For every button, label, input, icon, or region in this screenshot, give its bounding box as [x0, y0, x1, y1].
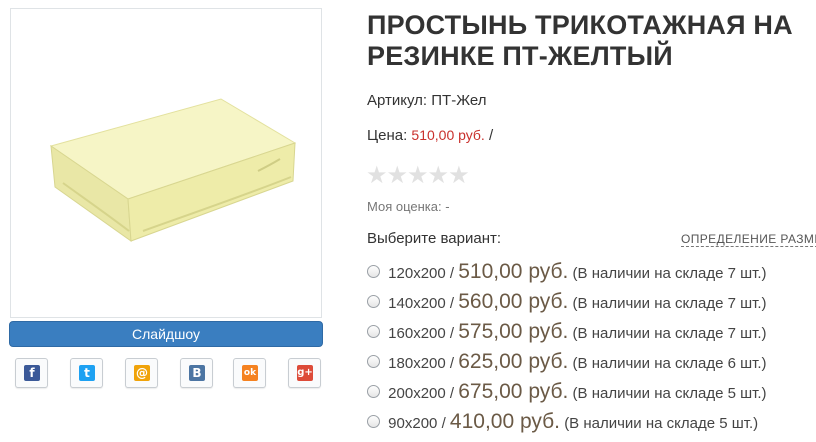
variant-option[interactable]: 160x200 / 575,00 руб. (В наличии на скла…: [367, 320, 767, 346]
variant-size: 180x200: [388, 355, 446, 372]
rating-stars[interactable]: ★★★★★: [366, 164, 470, 188]
vkontakte-icon: B: [189, 365, 205, 381]
variant-size: 200x200: [388, 385, 446, 402]
variant-radio[interactable]: [367, 264, 380, 278]
variant-size: 140x200: [388, 295, 446, 312]
slideshow-button[interactable]: Слайдшоу: [9, 321, 323, 347]
variant-label: Выберите вариант:: [367, 230, 502, 247]
share-facebook-button[interactable]: f: [15, 358, 48, 388]
my-rating: Моя оценка: -: [367, 199, 450, 214]
variant-stock: (В наличии на складе 5 шт.): [572, 385, 767, 402]
sku-value: ПТ-Жел: [431, 92, 487, 109]
variant-radio[interactable]: [367, 354, 380, 368]
product-sku: Артикул: ПТ-Жел: [367, 92, 486, 109]
variant-radio[interactable]: [367, 384, 380, 398]
star-icon[interactable]: ★: [448, 164, 470, 188]
variant-separator: /: [449, 355, 455, 372]
variant-separator: /: [449, 265, 455, 282]
variant-option[interactable]: 120x200 / 510,00 руб. (В наличии на скла…: [367, 260, 767, 286]
star-icon[interactable]: ★: [407, 164, 429, 188]
variant-option[interactable]: 140x200 / 560,00 руб. (В наличии на скла…: [367, 290, 767, 316]
variant-size: 160x200: [388, 325, 446, 342]
sku-label: Артикул:: [367, 92, 428, 109]
price-suffix: /: [488, 127, 494, 144]
variant-price: 410,00 руб.: [449, 410, 561, 433]
variant-separator: /: [449, 325, 455, 342]
variant-option[interactable]: 90x200 / 410,00 руб. (В наличии на склад…: [367, 410, 758, 436]
share-email-button[interactable]: @: [125, 358, 158, 388]
fitted-sheet-image: [49, 98, 297, 243]
price-value: 510,00 руб.: [411, 127, 485, 143]
twitter-icon: t: [79, 365, 95, 381]
share-googleplus-button[interactable]: g+: [288, 358, 321, 388]
variant-stock: (В наличии на складе 7 шт.): [572, 265, 767, 282]
star-icon[interactable]: ★: [428, 164, 450, 188]
variant-price: 510,00 руб.: [458, 260, 569, 283]
price-label: Цена:: [367, 127, 408, 144]
variant-radio[interactable]: [367, 414, 380, 428]
variant-stock: (В наличии на складе 6 шт.): [572, 355, 767, 372]
facebook-icon: f: [24, 365, 40, 381]
variant-price: 575,00 руб.: [458, 320, 569, 343]
share-odnoklassniki-button[interactable]: ok: [233, 358, 266, 388]
variant-size: 90x200: [388, 415, 438, 432]
variant-option[interactable]: 180x200 / 625,00 руб. (В наличии на скла…: [367, 350, 767, 376]
variant-size: 120x200: [388, 265, 446, 282]
variant-stock: (В наличии на складе 7 шт.): [572, 325, 767, 342]
share-buttons: f t @ B ok g+: [0, 358, 330, 390]
variant-separator: /: [449, 385, 455, 402]
variant-price: 675,00 руб.: [458, 380, 569, 403]
share-vkontakte-button[interactable]: B: [180, 358, 213, 388]
variant-radio[interactable]: [367, 294, 380, 308]
email-icon: @: [134, 365, 150, 381]
size-guide-link[interactable]: ОПРЕДЕЛЕНИЕ РАЗМЕ: [681, 232, 816, 247]
variant-radio[interactable]: [367, 324, 380, 338]
variant-stock: (В наличии на складе 7 шт.): [572, 295, 767, 312]
variant-stock: (В наличии на складе 5 шт.): [564, 415, 759, 432]
variant-option[interactable]: 200x200 / 675,00 руб. (В наличии на скла…: [367, 380, 767, 406]
googleplus-icon: g+: [297, 365, 313, 381]
product-price: Цена: 510,00 руб. /: [367, 127, 493, 144]
odnoklassniki-icon: ok: [242, 365, 258, 381]
star-icon[interactable]: ★: [387, 164, 409, 188]
variant-price: 560,00 руб.: [458, 290, 569, 313]
star-icon[interactable]: ★: [366, 164, 388, 188]
variant-separator: /: [441, 415, 446, 432]
variant-separator: /: [449, 295, 455, 312]
variant-price: 625,00 руб.: [458, 350, 569, 373]
share-twitter-button[interactable]: t: [70, 358, 103, 388]
page-title: ПРОСТЫНЬ ТРИКОТАЖНАЯ НА РЕЗИНКЕ ПТ-ЖЕЛТЫ…: [367, 10, 793, 71]
product-image[interactable]: [10, 8, 322, 318]
